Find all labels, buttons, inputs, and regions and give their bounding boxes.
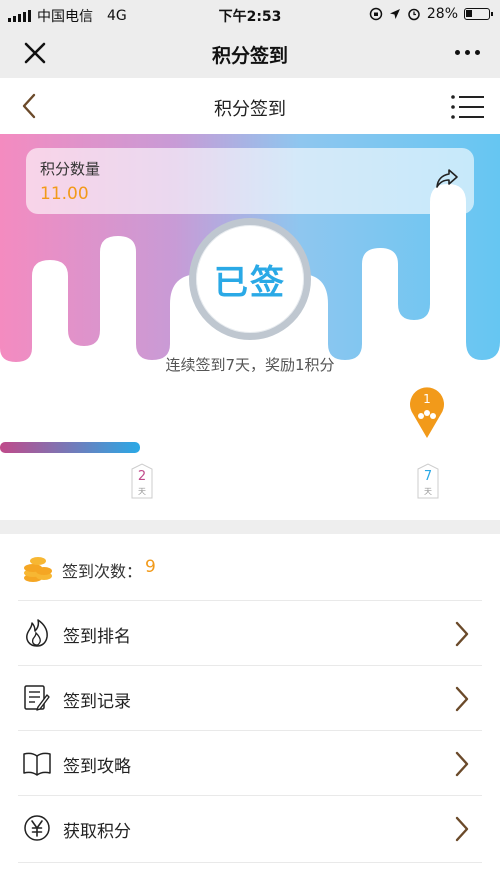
rotation-lock-icon — [369, 7, 383, 21]
milestone-day-7: 7 天 — [417, 463, 439, 499]
menu-item-get-points[interactable]: 获取积分 — [18, 795, 482, 860]
battery-percent: 28% — [426, 6, 458, 22]
status-bar: 中国电信 4G 下午2:53 28% — [0, 0, 500, 30]
progress-fill — [0, 442, 140, 453]
chevron-right-icon — [455, 816, 469, 842]
sign-count-row: 签到次数： 9 — [0, 545, 500, 595]
wechat-title: 积分签到 — [211, 45, 288, 67]
menu-item-label: 签到排名 — [63, 627, 131, 647]
share-icon[interactable] — [434, 166, 460, 190]
record-icon — [24, 685, 50, 711]
status-right: 28% — [369, 6, 493, 22]
current-day-marker: 1 — [407, 382, 447, 440]
sign-in-button[interactable]: 已签 — [189, 218, 311, 340]
page-title: 积分签到 — [214, 99, 286, 120]
chevron-right-icon — [455, 621, 469, 647]
book-icon — [23, 752, 51, 776]
menu-item-guide[interactable]: 签到攻略 — [18, 730, 482, 795]
location-icon — [389, 9, 400, 19]
page-header: 积分签到 — [0, 78, 500, 134]
menu-icon[interactable] — [450, 94, 486, 120]
points-label: 积分数量 — [40, 160, 101, 178]
chevron-right-icon — [455, 751, 469, 777]
milestone-day-unit: 天 — [138, 487, 146, 496]
yen-icon — [24, 815, 50, 841]
battery-icon — [464, 8, 493, 20]
chevron-right-icon — [455, 686, 469, 712]
milestone-day-number: 2 — [137, 469, 147, 484]
more-icon[interactable] — [455, 50, 480, 55]
menu-item-ranking[interactable]: 签到排名 — [18, 600, 482, 665]
alarm-icon — [408, 8, 420, 21]
coins-icon — [24, 557, 52, 582]
menu-item-label: 签到攻略 — [63, 757, 131, 777]
sign-count-label: 签到次数： — [62, 562, 143, 581]
menu-item-label: 获取积分 — [63, 822, 131, 842]
sign-in-label: 已签 — [214, 263, 286, 303]
points-value: 11.00 — [40, 184, 89, 204]
sign-count-value: 9 — [145, 557, 156, 577]
points-card: 积分数量 11.00 — [26, 148, 474, 214]
wechat-title-bar: 积分签到 — [0, 30, 500, 78]
marker-pin-icon — [410, 387, 444, 438]
reward-text: 连续签到7天，奖励1积分 — [165, 356, 335, 374]
flame-icon — [26, 619, 48, 647]
menu-item-label: 签到记录 — [63, 692, 131, 712]
progress-track — [0, 440, 500, 454]
menu-item-records[interactable]: 签到记录 — [18, 665, 482, 730]
milestone-day-unit: 天 — [424, 487, 432, 496]
marker-day-number: 1 — [423, 392, 431, 406]
list-bottom-divider — [18, 862, 482, 863]
section-divider — [0, 520, 500, 534]
milestone-day-number: 7 — [423, 469, 433, 484]
milestone-day-2: 2 天 — [131, 463, 153, 499]
